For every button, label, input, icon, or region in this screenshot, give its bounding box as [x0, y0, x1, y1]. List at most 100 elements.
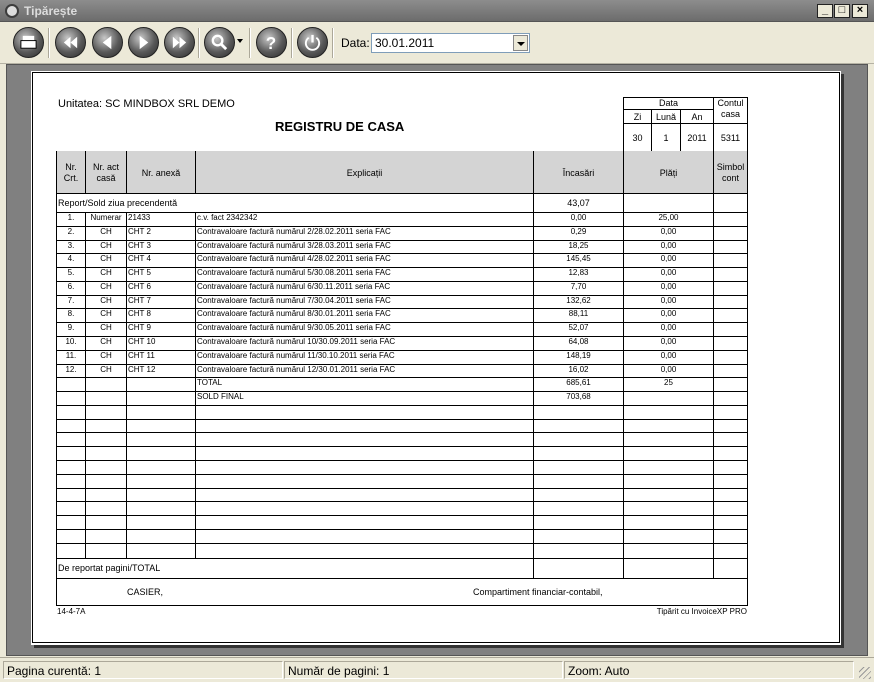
status-bar: Pagina curentă: 1 Număr de pagini: 1 Zoo… — [0, 657, 874, 682]
printed-with: Tipărit cu InvoiceXP PRO — [656, 607, 747, 616]
first-page-button[interactable] — [55, 27, 86, 58]
table-line — [85, 212, 86, 558]
row-incasari: 148,19 — [566, 351, 591, 360]
col-header-incasari: Încasări — [562, 168, 595, 178]
row-explicatii: Contravaloare factură numărul 8/30.01.20… — [197, 309, 391, 318]
next-page-button[interactable] — [128, 27, 159, 58]
row-act: CH — [100, 282, 112, 291]
row-nr: 7. — [67, 296, 75, 305]
an-label: An — [691, 112, 703, 122]
total-incasari: 685,61 — [566, 378, 591, 387]
luna-label: Lună — [655, 112, 677, 122]
sold-final-value: 703,68 — [566, 392, 591, 401]
date-an: 2011 — [687, 133, 707, 143]
row-incasari: 64,08 — [568, 337, 589, 346]
row-line — [56, 419, 748, 420]
chevron-down-icon[interactable] — [513, 35, 528, 51]
zi-label: Zi — [633, 112, 642, 122]
table-line — [56, 578, 748, 579]
help-button[interactable]: ? — [256, 27, 287, 58]
exit-button[interactable] — [297, 27, 328, 58]
row-anexa: CHT 3 — [128, 241, 151, 250]
col-header-simbol-cont: Simbol cont — [716, 162, 745, 183]
resize-grip-icon[interactable] — [859, 667, 871, 679]
de-reportat-label: De reportat pagini/TOTAL — [58, 563, 161, 573]
report-page: Unitatea: SC MINDBOX SRL DEMO REGISTRU D… — [31, 71, 841, 645]
row-act: CH — [100, 227, 112, 236]
date-box-line — [623, 123, 747, 124]
col-header-nr-act: Nr. act casă — [92, 162, 119, 183]
row-incasari: 88,11 — [568, 309, 589, 318]
maximize-button[interactable]: □ — [834, 4, 850, 18]
table-line — [56, 605, 748, 606]
report-title: REGISTRU DE CASA — [275, 119, 405, 134]
row-nr: 12. — [65, 365, 77, 374]
toolbar-separator — [198, 28, 200, 58]
row-anexa: CHT 4 — [128, 254, 151, 263]
row-explicatii: Contravaloare factură numărul 10/30.09.2… — [197, 337, 396, 346]
print-button[interactable] — [13, 27, 44, 58]
minimize-button[interactable]: _ — [817, 4, 833, 18]
row-incasari: 12,83 — [568, 268, 589, 277]
close-button[interactable]: × — [852, 4, 868, 18]
svg-text:?: ? — [266, 34, 276, 52]
row-plati: 0,00 — [660, 282, 677, 291]
total-label: TOTAL — [197, 378, 223, 387]
row-nr: 11. — [65, 351, 77, 360]
toolbar-separator — [249, 28, 251, 58]
row-anexa: CHT 7 — [128, 296, 151, 305]
date-select-value: 30.01.2011 — [375, 36, 435, 50]
skip-forward-icon — [172, 36, 187, 49]
contul-value: 5311 — [720, 133, 741, 143]
row-nr: 4. — [67, 254, 75, 263]
zoom-button[interactable] — [204, 27, 235, 58]
row-act: CH — [100, 268, 112, 277]
casier-label: CASIER, — [127, 587, 164, 597]
row-nr: 3. — [67, 241, 75, 250]
row-nr: 8. — [67, 309, 75, 318]
previous-page-button[interactable] — [92, 27, 123, 58]
row-anexa: CHT 5 — [128, 268, 151, 277]
row-plati: 0,00 — [660, 309, 677, 318]
row-act: CH — [100, 309, 112, 318]
date-select[interactable]: 30.01.2011 — [371, 33, 530, 53]
table-line — [126, 212, 127, 558]
status-zoom: Zoom: Auto — [564, 661, 854, 679]
zoom-dropdown-arrow-icon[interactable] — [237, 39, 243, 43]
row-act: CH — [100, 254, 112, 263]
row-act: CH — [100, 296, 112, 305]
row-anexa: CHT 11 — [128, 351, 155, 360]
row-incasari: 7,70 — [570, 282, 587, 291]
unit-name: Unitatea: SC MINDBOX SRL DEMO — [58, 98, 235, 110]
skip-back-icon — [63, 36, 78, 49]
contul-casa-label: Contul casa — [717, 98, 744, 119]
row-nr: 2. — [67, 227, 75, 236]
printer-icon — [20, 35, 37, 49]
row-act: CH — [100, 351, 112, 360]
compartiment-label: Compartiment financiar-contabil, — [473, 587, 603, 597]
row-incasari: 52,07 — [568, 323, 589, 332]
row-explicatii: c.v. fact 2342342 — [197, 213, 258, 222]
date-box-header: Data — [658, 98, 678, 108]
row-plati: 0,00 — [660, 227, 677, 236]
row-plati: 0,00 — [660, 323, 677, 332]
toolbar-separator — [332, 28, 334, 58]
row-plati: 0,00 — [660, 268, 677, 277]
row-nr: 10. — [65, 337, 77, 346]
date-zi: 30 — [632, 133, 643, 143]
sold-final-label: SOLD FINAL — [197, 392, 244, 401]
row-explicatii: Contravaloare factură numărul 9/30.05.20… — [197, 323, 391, 332]
last-page-button[interactable] — [164, 27, 195, 58]
row-explicatii: Contravaloare factură numărul 5/30.08.20… — [197, 268, 391, 277]
question-mark-icon: ? — [266, 34, 276, 52]
row-anexa: CHT 10 — [128, 337, 156, 346]
table-line — [747, 151, 748, 606]
row-line — [56, 446, 748, 447]
row-line — [56, 515, 748, 516]
preview-viewport[interactable]: Unitatea: SC MINDBOX SRL DEMO REGISTRU D… — [6, 64, 868, 656]
window-title: Tipărește — [24, 4, 78, 18]
row-line — [56, 543, 748, 544]
row-anexa: CHT 2 — [128, 227, 151, 236]
row-line — [56, 529, 748, 530]
row-incasari: 16,02 — [568, 365, 589, 374]
